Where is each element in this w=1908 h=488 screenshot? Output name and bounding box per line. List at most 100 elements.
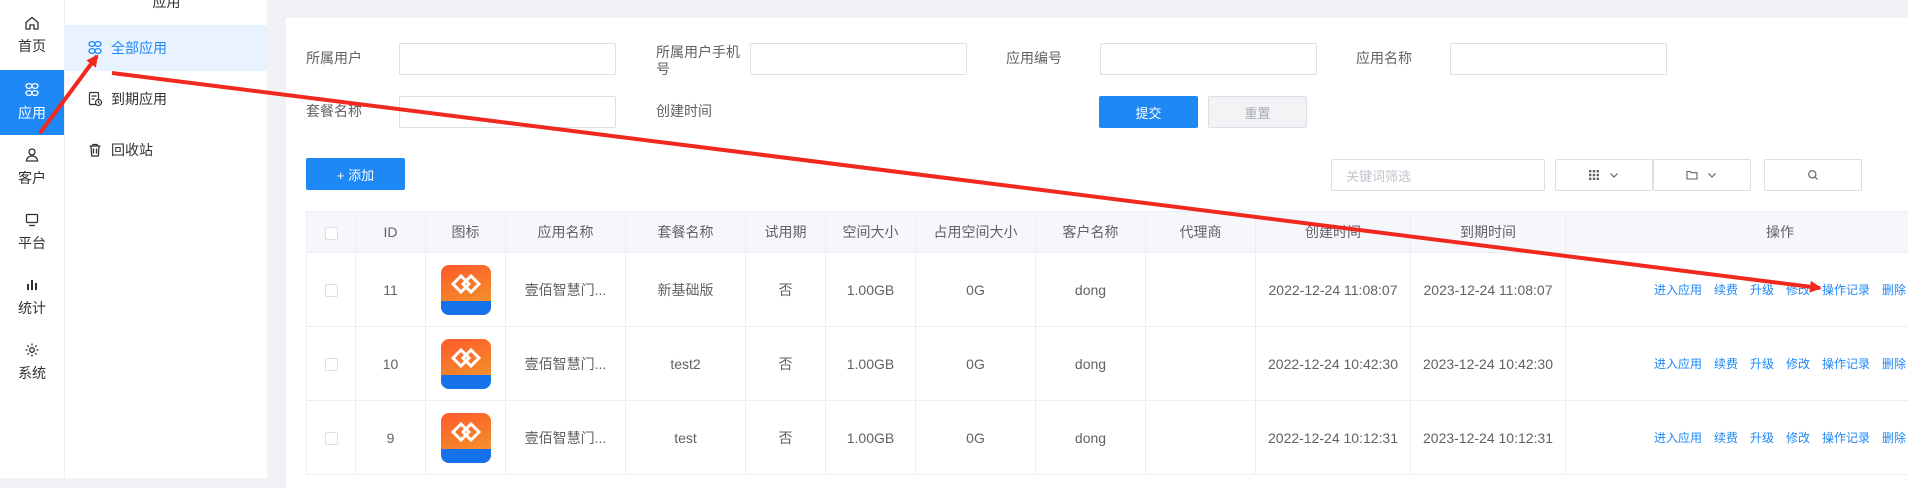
row-checkbox[interactable] (325, 358, 338, 371)
bar-chart-icon (24, 277, 40, 293)
rail-label-platform: 平台 (18, 233, 46, 253)
row-checkbox[interactable] (325, 432, 338, 445)
upgrade-link[interactable]: 升级 (1750, 281, 1774, 298)
filter-label-created-time: 创建时间 (656, 103, 712, 120)
add-button[interactable]: + 添加 (306, 158, 405, 190)
submenu-title: 应用 (65, 0, 268, 12)
edit-link[interactable]: 修改 (1786, 281, 1810, 298)
header-space: 空间大小 (826, 212, 916, 253)
table-row: 10壹佰智慧门...test2否1.00GB0Gdong2022-12-24 1… (307, 327, 1908, 401)
row-checkbox[interactable] (325, 284, 338, 297)
cell-package: test (626, 401, 746, 475)
cell-icon (426, 401, 506, 475)
header-customer: 客户名称 (1036, 212, 1146, 253)
main-nav-rail: 首页 应用 客户 平台 统计 系统 (0, 0, 64, 478)
cell-expires: 2023-12-24 10:12:31 (1411, 401, 1566, 475)
column-view-dropdown[interactable] (1555, 159, 1653, 191)
table-row: 11壹佰智慧门...新基础版否1.00GB0Gdong2022-12-24 11… (307, 253, 1908, 327)
submenu-item-all-apps[interactable]: 全部应用 (65, 25, 268, 71)
cell-icon (426, 253, 506, 327)
keyword-filter-input[interactable]: 关键词筛选 (1331, 159, 1545, 191)
edit-link[interactable]: 修改 (1786, 355, 1810, 372)
cell-id: 11 (356, 253, 426, 327)
rail-item-apps[interactable]: 应用 (0, 70, 64, 135)
cell-package: test2 (626, 327, 746, 401)
submenu-item-expired-apps[interactable]: 到期应用 (65, 76, 268, 122)
apps-icon (24, 82, 40, 98)
rail-item-system[interactable]: 系统 (0, 330, 64, 395)
gear-icon (24, 342, 40, 358)
renew-link[interactable]: 续费 (1714, 429, 1738, 446)
renew-link[interactable]: 续费 (1714, 355, 1738, 372)
cell-expires: 2023-12-24 11:08:07 (1411, 253, 1566, 327)
package-name-input[interactable] (399, 96, 616, 128)
app-logo-icon (441, 413, 491, 463)
export-dropdown[interactable] (1653, 159, 1751, 191)
renew-link[interactable]: 续费 (1714, 281, 1738, 298)
submit-button[interactable]: 提交 (1099, 96, 1198, 128)
cell-icon (426, 327, 506, 401)
home-icon (24, 15, 40, 31)
delete-link[interactable]: 删除 (1882, 281, 1906, 298)
folder-icon (1686, 169, 1698, 181)
rail-label-customers: 客户 (18, 168, 46, 188)
rail-label-home: 首页 (18, 36, 46, 56)
delete-link[interactable]: 删除 (1882, 429, 1906, 446)
header-trial: 试用期 (746, 212, 826, 253)
cell-actions: 进入应用续费升级修改操作记录删除 (1566, 401, 1908, 475)
cell-used-space: 0G (916, 253, 1036, 327)
rail-item-stats[interactable]: 统计 (0, 265, 64, 330)
reset-button[interactable]: 重置 (1208, 96, 1307, 128)
upgrade-link[interactable]: 升级 (1750, 355, 1774, 372)
table-header-row: ID 图标 应用名称 套餐名称 试用期 空间大小 占用空间大小 客户名称 代理商… (307, 212, 1908, 253)
delete-link[interactable]: 删除 (1882, 355, 1906, 372)
row-select[interactable] (307, 327, 356, 401)
row-select[interactable] (307, 401, 356, 475)
owner-user-input[interactable] (399, 43, 616, 75)
header-select-all[interactable] (307, 212, 356, 253)
header-package-name: 套餐名称 (626, 212, 746, 253)
app-no-input[interactable] (1100, 43, 1317, 75)
main-panel: 所属用户 所属用户手机号 应用编号 应用名称 套餐名称 创建时间 提交 重置 +… (286, 18, 1908, 488)
rail-label-stats: 统计 (18, 298, 46, 318)
cell-space: 1.00GB (826, 327, 916, 401)
header-actions: 操作 (1566, 212, 1908, 253)
search-button[interactable] (1764, 159, 1862, 191)
history-link[interactable]: 操作记录 (1822, 281, 1870, 298)
history-link[interactable]: 操作记录 (1822, 355, 1870, 372)
enter-app-link[interactable]: 进入应用 (1654, 429, 1702, 446)
cell-used-space: 0G (916, 327, 1036, 401)
cell-actions: 进入应用续费升级修改操作记录删除 (1566, 327, 1908, 401)
select-all-checkbox[interactable] (325, 227, 338, 240)
filter-label-package-name: 套餐名称 (306, 103, 362, 120)
row-select[interactable] (307, 253, 356, 327)
cell-trial: 否 (746, 253, 826, 327)
app-name-input[interactable] (1450, 43, 1667, 75)
history-link[interactable]: 操作记录 (1822, 429, 1870, 446)
enter-app-link[interactable]: 进入应用 (1654, 281, 1702, 298)
cell-agent (1146, 401, 1256, 475)
trash-icon (87, 142, 103, 158)
header-expires: 到期时间 (1411, 212, 1566, 253)
expired-doc-icon (87, 91, 103, 107)
submenu-item-recycle-bin[interactable]: 回收站 (65, 127, 268, 173)
rail-item-home[interactable]: 首页 (0, 0, 64, 70)
cell-customer: dong (1036, 401, 1146, 475)
header-used-space: 占用空间大小 (916, 212, 1036, 253)
enter-app-link[interactable]: 进入应用 (1654, 355, 1702, 372)
filter-label-app-no: 应用编号 (1006, 50, 1062, 67)
cell-space: 1.00GB (826, 401, 916, 475)
upgrade-link[interactable]: 升级 (1750, 429, 1774, 446)
rail-item-platform[interactable]: 平台 (0, 200, 64, 265)
apps-table: ID 图标 应用名称 套餐名称 试用期 空间大小 占用空间大小 客户名称 代理商… (306, 211, 1908, 475)
cell-customer: dong (1036, 327, 1146, 401)
rail-item-customers[interactable]: 客户 (0, 135, 64, 200)
header-id: ID (356, 212, 426, 253)
submenu-label-recycle-bin: 回收站 (111, 140, 153, 160)
edit-link[interactable]: 修改 (1786, 429, 1810, 446)
app-logo-icon (441, 265, 491, 315)
cell-customer: dong (1036, 253, 1146, 327)
filter-label-owner-user: 所属用户 (306, 50, 362, 67)
cell-created: 2022-12-24 10:12:31 (1256, 401, 1411, 475)
owner-phone-input[interactable] (750, 43, 967, 75)
